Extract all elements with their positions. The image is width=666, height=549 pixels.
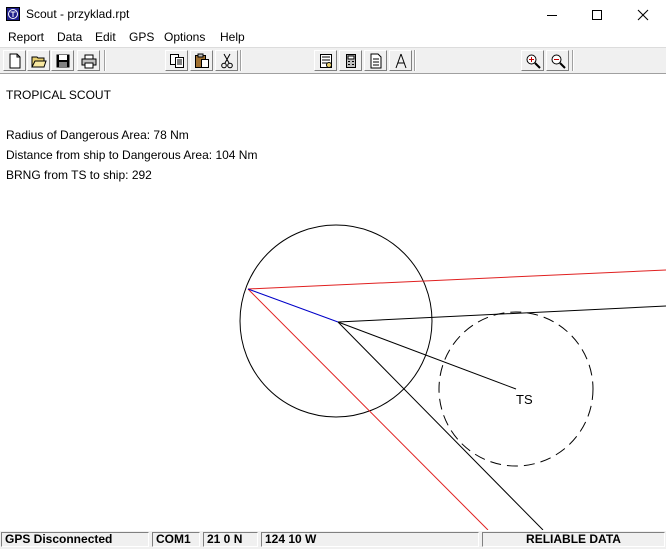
print-button[interactable] (77, 50, 100, 71)
menu-bar: Report Data Edit GPS Options Help (0, 29, 666, 47)
upper-black-tangent (337, 305, 666, 323)
document-icon (370, 53, 382, 69)
maximize-icon (592, 9, 602, 20)
menu-options[interactable]: Options (163, 30, 206, 44)
calculator-icon (346, 54, 356, 68)
toolbar-separator (572, 50, 574, 71)
calculator-button[interactable] (339, 50, 362, 71)
latitude: 21 0 N (203, 532, 258, 547)
menu-report[interactable]: Report (7, 30, 45, 44)
ship-to-ts-line (337, 321, 517, 390)
save-button[interactable] (51, 50, 74, 71)
upper-tangent-red-line (247, 269, 666, 290)
com-port: COM1 (152, 532, 200, 547)
close-button[interactable] (620, 0, 666, 29)
cut-scissors-icon (221, 53, 233, 69)
window-title: Scout - przyklad.rpt (26, 7, 130, 21)
minimize-button[interactable] (529, 0, 575, 29)
zoom-in-icon (526, 54, 541, 69)
status-bar: GPS Disconnected COM1 21 0 N 124 10 W RE… (0, 530, 666, 549)
report-button[interactable] (314, 50, 337, 71)
menu-help[interactable]: Help (219, 30, 246, 44)
lower-tangent-red-line (247, 288, 489, 530)
menu-data[interactable]: Data (56, 30, 83, 44)
new-file-icon (9, 53, 21, 69)
close-icon (637, 9, 649, 20)
zoom-out-button[interactable] (546, 50, 569, 71)
data-quality: RELIABLE DATA (482, 532, 665, 547)
longitude: 124 10 W (261, 532, 479, 547)
open-button[interactable] (27, 50, 50, 71)
title-bar: Scout - przyklad.rpt (0, 0, 666, 30)
gps-status: GPS Disconnected (1, 532, 149, 547)
ship-track-blue-line (247, 288, 339, 323)
new-file-button[interactable] (3, 50, 26, 71)
report-view[interactable]: TROPICAL SCOUT Radius of Dangerous Area:… (0, 74, 666, 530)
toolbar-separator (104, 50, 106, 71)
paste-button[interactable] (190, 50, 213, 71)
zoom-in-button[interactable] (521, 50, 544, 71)
copy-button[interactable] (165, 50, 188, 71)
toolbar-separator (414, 50, 416, 71)
menu-edit[interactable]: Edit (94, 30, 117, 44)
zoom-out-icon (551, 54, 566, 69)
ts-label: TS (516, 392, 533, 407)
save-disk-icon (56, 54, 70, 68)
toolbar (0, 47, 666, 74)
copy-icon (170, 54, 184, 68)
menu-gps[interactable]: GPS (128, 30, 155, 44)
report-icon (320, 54, 332, 68)
danger-area-plot: TS (239, 224, 666, 530)
toolbar-separator (240, 50, 242, 71)
open-folder-icon (31, 56, 47, 68)
maximize-button[interactable] (574, 0, 620, 29)
compass-divider-icon (395, 53, 407, 69)
minimize-icon (547, 14, 557, 16)
app-icon[interactable] (6, 7, 20, 21)
lower-black-line (337, 321, 544, 530)
divider-button[interactable] (389, 50, 412, 71)
paste-icon (195, 53, 209, 68)
print-icon (81, 54, 97, 69)
document-button[interactable] (364, 50, 387, 71)
cut-button[interactable] (215, 50, 238, 71)
